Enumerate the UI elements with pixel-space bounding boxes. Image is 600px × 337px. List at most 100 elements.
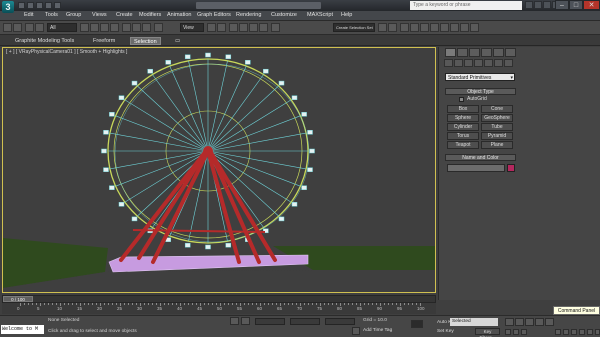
named-selection-set-dropdown[interactable]: Create Selection Set xyxy=(333,23,375,32)
modify-tab-icon[interactable] xyxy=(457,48,468,57)
zoom-icon[interactable] xyxy=(555,329,561,335)
box-button[interactable]: Box xyxy=(447,105,479,113)
save-file-icon[interactable] xyxy=(36,2,43,9)
z-coordinate-field[interactable] xyxy=(325,318,355,325)
key-mode-toggle-icon[interactable] xyxy=(505,329,511,335)
selection-filter-dropdown[interactable]: All xyxy=(47,23,77,32)
time-configuration-icon[interactable] xyxy=(521,329,527,335)
snaps-toggle-icon[interactable] xyxy=(229,23,238,32)
reference-coordinate-dropdown[interactable]: View xyxy=(180,23,204,32)
render-production-icon[interactable] xyxy=(470,23,479,32)
space-warps-icon[interactable] xyxy=(494,59,503,67)
redo-icon[interactable] xyxy=(13,23,22,32)
next-frame-icon[interactable] xyxy=(535,318,544,326)
menu-views[interactable]: Views xyxy=(92,12,107,18)
tab-selection[interactable]: Selection xyxy=(130,37,161,45)
autogrid-checkbox[interactable] xyxy=(459,97,464,102)
maxscript-listener-field[interactable]: Welcome to M xyxy=(1,325,44,334)
ribbon-toggle-icon[interactable]: ▭ xyxy=(172,37,183,45)
previous-frame-icon[interactable] xyxy=(515,318,524,326)
create-tab-icon[interactable] xyxy=(445,48,456,57)
menu-help[interactable]: Help xyxy=(341,12,352,18)
shapes-icon[interactable] xyxy=(454,59,463,67)
undo-icon[interactable] xyxy=(3,23,12,32)
menu-customize[interactable]: Customize xyxy=(271,12,297,18)
select-move-icon[interactable] xyxy=(122,23,131,32)
key-filters-button[interactable]: Key Filters... xyxy=(475,328,500,337)
object-color-swatch[interactable] xyxy=(507,164,515,172)
rendered-frame-window-icon[interactable] xyxy=(460,23,469,32)
link-icon[interactable] xyxy=(25,23,34,32)
search-icon[interactable] xyxy=(525,1,533,9)
tube-button[interactable]: Tube xyxy=(481,123,513,131)
keyboard-shortcut-icon[interactable] xyxy=(217,23,226,32)
primitive-category-dropdown[interactable]: Standard Primitives ▾ xyxy=(445,73,515,81)
rectangular-selection-icon[interactable] xyxy=(100,23,109,32)
select-scale-icon[interactable] xyxy=(142,23,151,32)
geometry-icon[interactable] xyxy=(444,59,453,67)
orbit-icon[interactable] xyxy=(595,329,600,335)
render-setup-icon[interactable] xyxy=(450,23,459,32)
display-tab-icon[interactable] xyxy=(493,48,504,57)
go-to-start-icon[interactable] xyxy=(505,318,514,326)
plane-button[interactable]: Plane xyxy=(481,141,513,149)
field-of-view-icon[interactable] xyxy=(579,329,585,335)
object-name-field[interactable] xyxy=(447,164,505,172)
lights-icon[interactable] xyxy=(464,59,473,67)
menu-modifiers[interactable]: Modifiers xyxy=(139,12,161,18)
cameras-icon[interactable] xyxy=(474,59,483,67)
pyramid-button[interactable]: Pyramid xyxy=(481,132,513,140)
search-input[interactable]: Type a keyword or phrase xyxy=(410,1,522,10)
tab-freeform[interactable]: Freeform xyxy=(90,37,118,45)
set-key-button[interactable]: Set Key xyxy=(437,329,454,334)
go-to-end-icon[interactable] xyxy=(545,318,554,326)
edit-named-selection-icon[interactable] xyxy=(271,23,280,32)
select-rotate-icon[interactable] xyxy=(132,23,141,32)
minimize-button[interactable]: – xyxy=(555,0,569,10)
layer-manager-icon[interactable] xyxy=(400,23,409,32)
time-slider[interactable]: 0 / 100 xyxy=(2,295,436,303)
menu-create[interactable]: Create xyxy=(116,12,133,18)
menu-tools[interactable]: Tools xyxy=(45,12,58,18)
pivot-center-icon[interactable] xyxy=(207,23,216,32)
menu-graph-editors[interactable]: Graph Editors xyxy=(197,12,231,18)
zoom-extents-icon[interactable] xyxy=(571,329,577,335)
menu-rendering[interactable]: Rendering xyxy=(236,12,261,18)
menu-maxscript[interactable]: MAXScript xyxy=(307,12,333,18)
y-coordinate-field[interactable] xyxy=(290,318,320,325)
menu-animation[interactable]: Animation xyxy=(167,12,191,18)
cone-button[interactable]: Cone xyxy=(481,105,513,113)
current-frame-field[interactable] xyxy=(513,329,519,335)
material-editor-icon[interactable] xyxy=(440,23,449,32)
hierarchy-tab-icon[interactable] xyxy=(469,48,480,57)
new-file-icon[interactable] xyxy=(18,2,25,9)
geosphere-button[interactable]: GeoSphere xyxy=(481,114,513,122)
menu-group[interactable]: Group xyxy=(66,12,81,18)
time-tag-icon[interactable] xyxy=(352,327,360,335)
star-icon[interactable] xyxy=(543,1,551,9)
add-time-tag[interactable]: Add Time Tag xyxy=(363,328,392,333)
undo-icon[interactable] xyxy=(45,2,52,9)
cylinder-button[interactable]: Cylinder xyxy=(447,123,479,131)
close-button[interactable]: ✕ xyxy=(583,0,600,10)
menu-edit[interactable]: Edit xyxy=(24,12,33,18)
viewport-label[interactable]: [ + ] [ VRayPhysicalCamera01 ] [ Smooth … xyxy=(6,49,127,55)
graphite-toggle-icon[interactable] xyxy=(410,23,419,32)
utilities-tab-icon[interactable] xyxy=(505,48,516,57)
systems-icon[interactable] xyxy=(504,59,513,67)
mirror-icon[interactable] xyxy=(378,23,387,32)
zoom-all-icon[interactable] xyxy=(563,329,569,335)
perspective-viewport[interactable]: [ + ] [ VRayPhysicalCamera01 ] [ Smooth … xyxy=(2,47,436,293)
torus-button[interactable]: Torus xyxy=(447,132,479,140)
tab-graphite-modeling-tools[interactable]: Graphite Modeling Tools xyxy=(12,37,77,45)
open-file-icon[interactable] xyxy=(27,2,34,9)
maximize-button[interactable]: □ xyxy=(569,0,583,10)
select-by-name-icon[interactable] xyxy=(90,23,99,32)
pan-view-icon[interactable] xyxy=(587,329,593,335)
teapot-button[interactable]: Teapot xyxy=(447,141,479,149)
manipulate-icon[interactable] xyxy=(154,23,163,32)
name-and-color-rollout-header[interactable]: Name and Color xyxy=(445,154,516,161)
key-mode-dropdown[interactable]: Selected xyxy=(450,318,498,326)
app-menu-button[interactable]: 3 xyxy=(2,1,14,13)
percent-snap-icon[interactable] xyxy=(249,23,258,32)
